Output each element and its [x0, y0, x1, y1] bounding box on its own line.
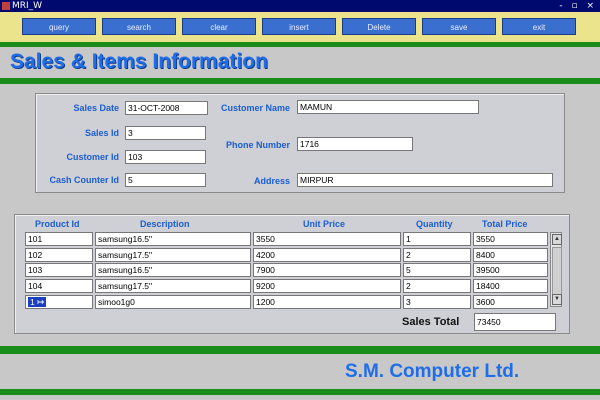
- unit-price-cell[interactable]: 1200: [253, 295, 401, 309]
- query-button[interactable]: query: [22, 18, 96, 35]
- description-cell[interactable]: samsung17.5": [95, 248, 251, 262]
- cash-counter-id-label: Cash Counter Id: [49, 175, 119, 185]
- total-price-cell[interactable]: 8400: [473, 248, 548, 262]
- save-button[interactable]: save: [422, 18, 496, 35]
- quantity-cell[interactable]: 1: [403, 232, 471, 246]
- col-header-product-id: Product Id: [35, 219, 80, 229]
- phone-number-label: Phone Number: [225, 140, 290, 150]
- total-price-cell[interactable]: 39500: [473, 263, 548, 277]
- exit-button[interactable]: exit: [502, 18, 576, 35]
- title-bar: MRI_W - ▫ ×: [0, 0, 600, 12]
- product-id-cell[interactable]: 104: [25, 279, 93, 293]
- quantity-cell[interactable]: 2: [403, 248, 471, 262]
- total-price-cell[interactable]: 3550: [473, 232, 548, 246]
- product-id-cell-active[interactable]: 1 ↦: [25, 295, 93, 309]
- address-field[interactable]: MIRPUR: [297, 173, 553, 187]
- customer-id-label: Customer Id: [66, 152, 119, 162]
- col-header-total-price: Total Price: [482, 219, 528, 229]
- company-name: S.M. Computer Ltd.: [345, 361, 520, 382]
- quantity-cell[interactable]: 2: [403, 279, 471, 293]
- cash-counter-id-field[interactable]: 5: [125, 173, 206, 187]
- total-price-cell[interactable]: 3600: [473, 295, 548, 309]
- window-controls[interactable]: - ▫ ×: [559, 0, 597, 12]
- description-cell[interactable]: samsung17.5": [95, 279, 251, 293]
- phone-number-field[interactable]: 1716: [297, 137, 413, 151]
- product-id-cell[interactable]: 103: [25, 263, 93, 277]
- sales-total-field[interactable]: 73450: [474, 313, 556, 331]
- scroll-up-icon[interactable]: ▲: [552, 234, 562, 245]
- divider-footer-bottom: [0, 389, 600, 395]
- col-header-unit-price: Unit Price: [303, 219, 346, 229]
- product-id-cell[interactable]: 102: [25, 248, 93, 262]
- total-price-cell[interactable]: 18400: [473, 279, 548, 293]
- window-title: MRI_W: [12, 1, 43, 11]
- sales-date-field[interactable]: 31-OCT-2008: [125, 101, 208, 115]
- address-label: Address: [253, 176, 290, 186]
- col-header-quantity: Quantity: [416, 219, 453, 229]
- unit-price-cell[interactable]: 3550: [253, 232, 401, 246]
- divider-footer-top: [0, 346, 600, 354]
- clear-button[interactable]: clear: [182, 18, 256, 35]
- customer-name-field[interactable]: MAMUN: [297, 100, 479, 114]
- search-button[interactable]: search: [102, 18, 176, 35]
- scroll-down-icon[interactable]: ▼: [552, 294, 562, 305]
- description-cell[interactable]: simoo1g0: [95, 295, 251, 309]
- col-header-description: Description: [140, 219, 190, 229]
- toolbar: query search clear insert Delete save ex…: [0, 12, 600, 42]
- sales-id-field[interactable]: 3: [125, 126, 206, 140]
- divider-under-title: [0, 78, 600, 84]
- description-cell[interactable]: samsung16.5": [95, 263, 251, 277]
- app-icon: [2, 2, 10, 10]
- delete-button[interactable]: Delete: [342, 18, 416, 35]
- quantity-cell[interactable]: 3: [403, 295, 471, 309]
- unit-price-cell[interactable]: 9200: [253, 279, 401, 293]
- items-scrollbar[interactable]: ▲ ▼: [550, 232, 562, 307]
- unit-price-cell[interactable]: 7900: [253, 263, 401, 277]
- product-id-cell[interactable]: 101: [25, 232, 93, 246]
- insert-button[interactable]: insert: [262, 18, 336, 35]
- customer-id-field[interactable]: 103: [125, 150, 206, 164]
- divider-top: [0, 42, 600, 47]
- customer-name-label: Customer Name: [220, 103, 290, 113]
- selected-text: 1 ↦: [28, 297, 47, 307]
- description-cell[interactable]: samsung16.5": [95, 232, 251, 246]
- sales-date-label: Sales Date: [73, 103, 119, 113]
- sales-id-label: Sales Id: [84, 128, 119, 138]
- page-title: Sales & Items Information: [10, 50, 268, 73]
- quantity-cell[interactable]: 5: [403, 263, 471, 277]
- scroll-thumb[interactable]: [552, 247, 562, 295]
- unit-price-cell[interactable]: 4200: [253, 248, 401, 262]
- sales-total-label: Sales Total: [402, 316, 460, 328]
